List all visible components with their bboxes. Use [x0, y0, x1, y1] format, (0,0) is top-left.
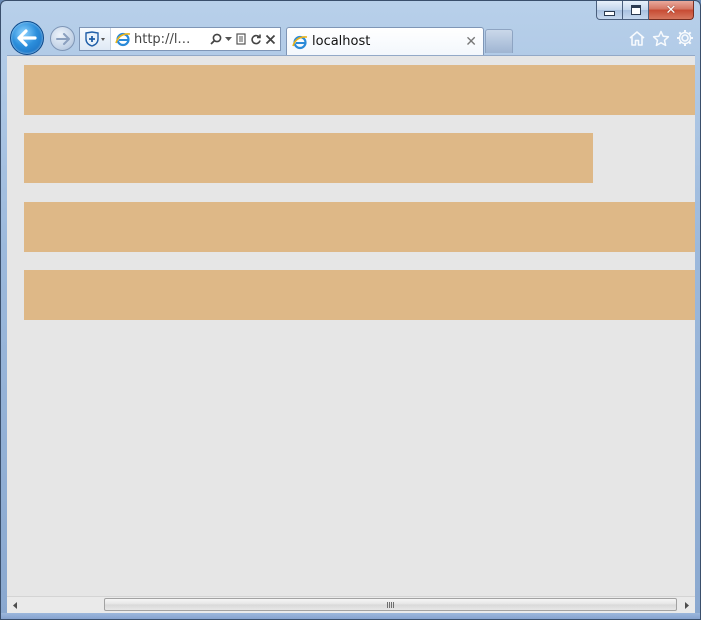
close-icon: ✕: [665, 2, 677, 18]
navigation-bar: http://l… localhost ✕: [7, 19, 694, 57]
site-icon: [114, 28, 132, 50]
refresh-icon[interactable]: [250, 33, 262, 45]
forward-arrow-icon: [55, 32, 70, 45]
gear-icon[interactable]: [676, 29, 694, 47]
window-bottom-frame: [1, 613, 700, 619]
back-arrow-icon: [17, 29, 37, 47]
tab-label: localhost: [312, 34, 371, 49]
scroll-right-button[interactable]: [678, 597, 695, 613]
minimize-icon: [604, 10, 615, 16]
arrow-right-icon: [685, 601, 689, 609]
tab-localhost[interactable]: localhost ✕: [286, 27, 484, 55]
shield-plus-icon: [85, 31, 105, 47]
search-icon[interactable]: [210, 33, 222, 45]
home-icon[interactable]: [628, 30, 646, 47]
compatibility-button[interactable]: [80, 28, 111, 50]
content-bar: [24, 202, 695, 252]
arrow-left-icon: [13, 601, 17, 609]
url-text[interactable]: http://l…: [132, 32, 210, 47]
close-tab-icon[interactable]: ✕: [465, 34, 483, 50]
chevron-down-icon[interactable]: [225, 36, 232, 42]
scroll-left-button[interactable]: [7, 597, 24, 613]
address-bar[interactable]: http://l…: [79, 27, 281, 51]
page-content: [7, 55, 695, 597]
star-icon[interactable]: [652, 30, 670, 47]
content-bar: [24, 133, 593, 183]
back-button[interactable]: [10, 21, 44, 55]
new-tab-button[interactable]: [485, 29, 513, 53]
grip-icon: [387, 601, 394, 608]
forward-button[interactable]: [50, 26, 75, 51]
scrollbar-thumb[interactable]: [104, 598, 677, 611]
compatibility-view-icon[interactable]: [235, 33, 247, 45]
close-window-button[interactable]: ✕: [649, 1, 694, 20]
content-bar: [24, 65, 695, 115]
ie-logo-icon: [115, 32, 131, 47]
caption-buttons: ✕: [596, 1, 694, 21]
minimize-button[interactable]: [596, 1, 623, 20]
content-bar: [24, 270, 695, 320]
ie-logo-icon: [292, 35, 308, 49]
maximize-button[interactable]: [623, 1, 649, 20]
stop-icon[interactable]: [265, 34, 276, 45]
browser-window: ✕ http://l… localhost ✕: [0, 0, 701, 620]
address-bar-tools: [210, 33, 280, 45]
maximize-icon: [630, 5, 641, 15]
horizontal-scrollbar[interactable]: [7, 596, 695, 613]
browser-command-icons: [628, 29, 694, 47]
